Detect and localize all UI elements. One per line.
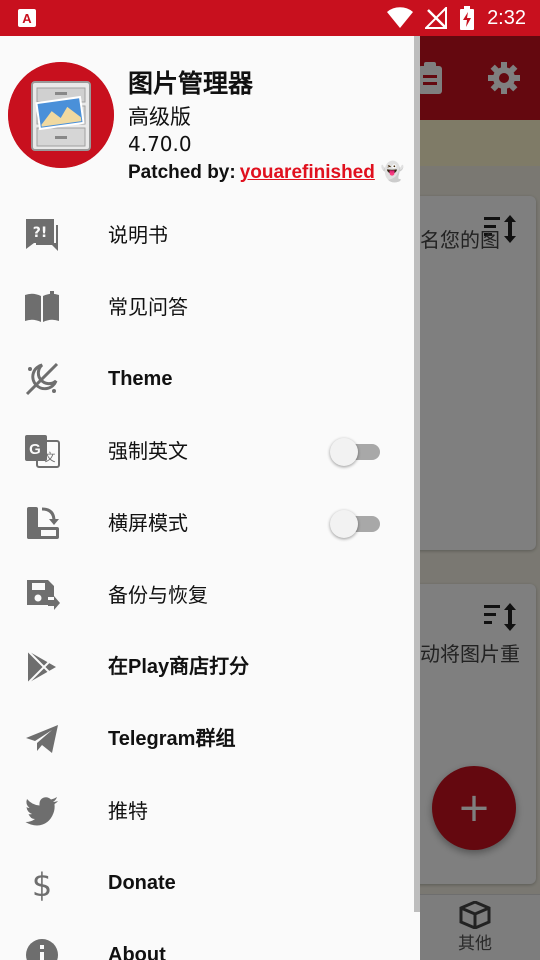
app-name: 图片管理器	[128, 69, 254, 98]
svg-text:文: 文	[45, 450, 56, 464]
theme-icon	[25, 362, 59, 396]
menu-label: Telegram群组	[108, 728, 236, 750]
menu-item-theme[interactable]: Theme	[0, 343, 414, 415]
translate-icon: G文	[25, 435, 60, 468]
menu-item-backup-restore[interactable]: 备份与恢复	[0, 559, 414, 631]
menu-item-about[interactable]: About	[0, 919, 414, 960]
svg-text:A: A	[22, 11, 32, 26]
backup-icon	[27, 580, 60, 610]
force-english-toggle[interactable]	[330, 438, 382, 466]
app-edition: 高级版	[128, 105, 191, 129]
navigation-drawer: 图片管理器 高级版 4.70.0 Patched by: youarefinish…	[0, 36, 420, 960]
app-notification-icon: A	[18, 9, 36, 27]
twitter-icon	[25, 797, 58, 826]
status-time: 2:32	[487, 6, 526, 29]
patched-by-line: Patched by: youarefinished 👻	[128, 160, 405, 184]
svg-text:G: G	[29, 441, 41, 458]
menu-label: 在Play商店打分	[108, 656, 250, 678]
menu-label: 推特	[108, 799, 148, 823]
menu-label: 说明书	[108, 223, 168, 247]
wifi-icon	[387, 7, 414, 29]
menu-item-manual[interactable]: ?! 说明书	[0, 199, 414, 271]
menu-label: About	[108, 944, 166, 960]
book-icon	[25, 291, 59, 322]
drawer-scrollbar[interactable]	[414, 36, 420, 912]
menu-item-donate[interactable]: $ Donate	[0, 847, 414, 919]
menu-item-telegram-group[interactable]: Telegram群组	[0, 703, 414, 775]
screen-rotation-icon	[27, 507, 59, 539]
menu-label: 横屏模式	[108, 511, 188, 535]
menu-item-rate-play-store[interactable]: 在Play商店打分	[0, 631, 414, 703]
svg-text:?!: ?!	[33, 225, 48, 241]
menu-item-force-english[interactable]: G文 强制英文	[0, 415, 414, 487]
app-logo	[8, 62, 114, 168]
dollar-icon: $	[32, 866, 52, 901]
menu-label: Donate	[108, 872, 176, 894]
menu-item-twitter[interactable]: 推特	[0, 775, 414, 847]
status-bar: A 2:32	[0, 0, 540, 36]
play-store-icon	[27, 650, 56, 684]
menu-label: 常见问答	[108, 295, 188, 319]
no-signal-icon	[425, 7, 448, 29]
telegram-icon	[26, 725, 58, 753]
info-icon	[26, 939, 58, 960]
manual-icon: ?!	[26, 219, 58, 251]
menu-item-faq[interactable]: 常见问答	[0, 271, 414, 343]
menu-label: 备份与恢复	[108, 583, 208, 607]
battery-charging-icon	[460, 6, 475, 30]
menu-label: Theme	[108, 368, 173, 390]
patched-by-label: Patched by:	[128, 162, 236, 183]
landscape-mode-toggle[interactable]	[330, 510, 382, 538]
svg-text:$: $	[32, 866, 52, 901]
app-version: 4.70.0	[128, 132, 192, 156]
menu-label: 强制英文	[108, 439, 188, 463]
ghost-emoji: 👻	[380, 162, 405, 183]
drawer-header: 图片管理器 高级版 4.70.0 Patched by: youarefinish…	[0, 36, 420, 196]
patched-author-link[interactable]: youarefinished	[240, 162, 375, 183]
menu-item-landscape-mode[interactable]: 横屏模式	[0, 487, 414, 559]
